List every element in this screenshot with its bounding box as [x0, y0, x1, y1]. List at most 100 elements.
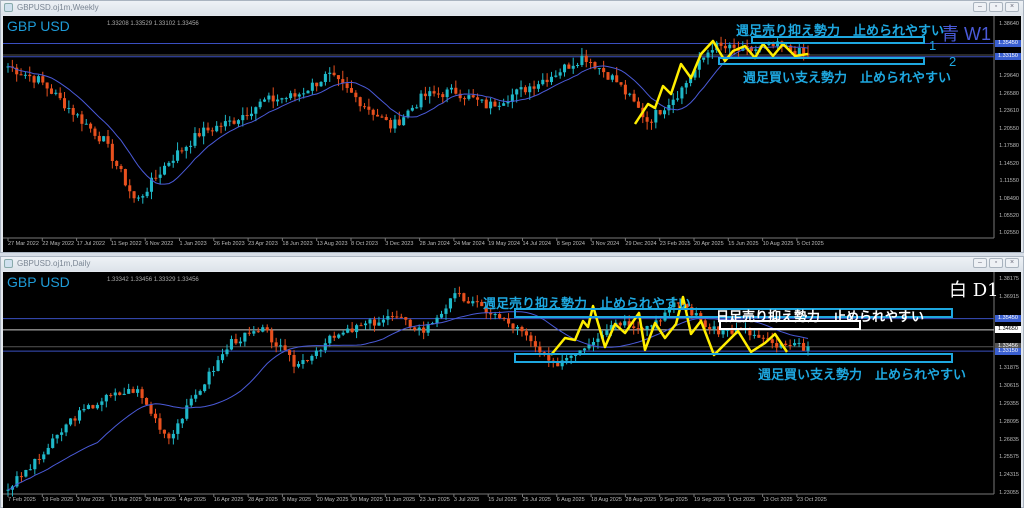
bull-candle — [158, 174, 162, 178]
bear-candle — [345, 83, 349, 89]
minimize-button[interactable]: – — [973, 258, 987, 268]
time-axis-label: 15 Jul 2025 — [488, 497, 517, 503]
zone-label-2: 2 — [949, 54, 957, 69]
bear-candle — [292, 354, 296, 367]
bull-candle — [721, 330, 725, 335]
bear-candle — [567, 64, 571, 69]
support-resistance-zone-box — [718, 57, 925, 65]
weekly-resistance-annotation: 週足売り抑え勢力 止められやすい — [483, 296, 692, 311]
bull-candle — [261, 327, 265, 332]
price-axis-label: 1.26835 — [999, 436, 1019, 443]
bear-candle — [606, 72, 610, 80]
weekly-chart-canvas — [3, 16, 995, 241]
bear-candle — [493, 101, 497, 107]
bull-candle — [51, 438, 55, 448]
time-axis-label: 8 May 2025 — [282, 497, 312, 503]
bull-candle — [569, 355, 573, 358]
weekly-chart-area[interactable]: GBP USD 1.33208 1.33529 1.33102 1.33456 … — [3, 16, 1021, 252]
bear-candle — [529, 335, 533, 342]
bull-candle — [23, 74, 27, 76]
bear-candle — [283, 345, 287, 351]
bear-candle — [315, 82, 319, 87]
price-tag: 1.33150 — [995, 53, 1021, 61]
time-axis-label: 13 Mar 2025 — [110, 497, 142, 503]
bull-candle — [363, 323, 368, 326]
bear-candle — [359, 325, 363, 327]
bull-candle — [752, 334, 756, 336]
bear-candle — [162, 429, 166, 434]
bear-candle — [245, 115, 249, 117]
bear-candle — [761, 337, 765, 339]
daily-chart-window: GBPUSD.oj1m,Daily – ▫ × GBP USD 1.33342 1.… — [0, 256, 1024, 508]
price-axis-label: 1.17580 — [999, 142, 1019, 149]
bear-candle — [506, 318, 511, 324]
maximize-button[interactable]: ▫ — [989, 258, 1003, 268]
bull-candle — [417, 327, 421, 330]
bull-candle — [623, 321, 627, 326]
bear-candle — [615, 75, 619, 83]
bull-candle — [220, 354, 225, 361]
bull-candle — [203, 384, 207, 392]
bull-candle — [67, 108, 71, 110]
price-tag: 1.35450 — [995, 315, 1021, 323]
bear-candle — [422, 327, 426, 333]
bear-candle — [589, 61, 593, 63]
bear-candle — [463, 98, 467, 100]
bull-candle — [448, 298, 453, 309]
bull-candle — [102, 136, 106, 142]
bear-candle — [80, 114, 84, 124]
daily-title-bar[interactable]: GBPUSD.oj1m,Daily – ▫ × — [1, 257, 1023, 271]
price-axis-label: 1.11550 — [999, 177, 1019, 184]
bear-candle — [384, 117, 388, 121]
bear-candle — [723, 45, 727, 49]
bull-candle — [328, 72, 332, 74]
close-button[interactable]: × — [1005, 2, 1019, 12]
bear-candle — [623, 84, 627, 95]
bull-candle — [60, 432, 64, 435]
bear-candle — [305, 360, 310, 362]
bull-candle — [528, 86, 532, 93]
bull-candle — [189, 145, 193, 147]
bull-candle — [684, 83, 688, 88]
time-axis-label: 5 Oct 2025 — [796, 241, 824, 247]
moving-average-line — [7, 311, 809, 491]
price-axis-label: 1.26580 — [999, 90, 1019, 97]
daily-chart-area[interactable]: GBP USD 1.33342 1.33456 1.33329 1.33456 … — [3, 272, 1021, 508]
time-axis-label: 28 Apr 2025 — [248, 497, 278, 503]
bull-candle — [541, 79, 545, 85]
bear-candle — [288, 350, 292, 355]
bear-candle — [58, 92, 62, 99]
bull-candle — [355, 325, 359, 333]
price-axis-label: 1.30615 — [999, 383, 1019, 389]
bull-candle — [444, 308, 448, 314]
bull-candle — [254, 107, 258, 114]
bear-candle — [372, 319, 377, 326]
close-button[interactable]: × — [1005, 258, 1019, 268]
weekly-title-bar[interactable]: GBPUSD.oj1m,Weekly – ▫ × — [1, 1, 1023, 15]
bull-candle — [406, 110, 410, 118]
bull-candle — [428, 91, 432, 97]
bear-candle — [234, 338, 238, 344]
bear-candle — [128, 185, 132, 192]
bull-candle — [33, 458, 37, 470]
bull-candle — [694, 313, 698, 316]
bull-candle — [337, 334, 341, 338]
bull-candle — [296, 363, 301, 367]
time-axis-label: 4 Apr 2025 — [179, 497, 207, 503]
maximize-button[interactable]: ▫ — [989, 2, 1003, 12]
bear-candle — [140, 389, 144, 398]
time-axis-label: 28 Aug 2025 — [625, 497, 657, 503]
bull-candle — [471, 301, 475, 304]
minimize-button[interactable]: – — [973, 2, 987, 12]
bear-candle — [757, 334, 761, 338]
time-axis-label: 16 Apr 2025 — [213, 497, 244, 503]
bull-candle — [671, 99, 675, 105]
window-title: GBPUSD.oj1m,Weekly — [17, 3, 99, 12]
timeframe-label: 青 W1 — [941, 24, 992, 44]
bull-candle — [104, 394, 108, 402]
time-axis-label: 3 Jul 2025 — [453, 497, 480, 503]
bear-candle — [788, 345, 792, 347]
bull-candle — [467, 95, 471, 99]
bull-candle — [136, 197, 140, 199]
bear-candle — [719, 42, 723, 46]
